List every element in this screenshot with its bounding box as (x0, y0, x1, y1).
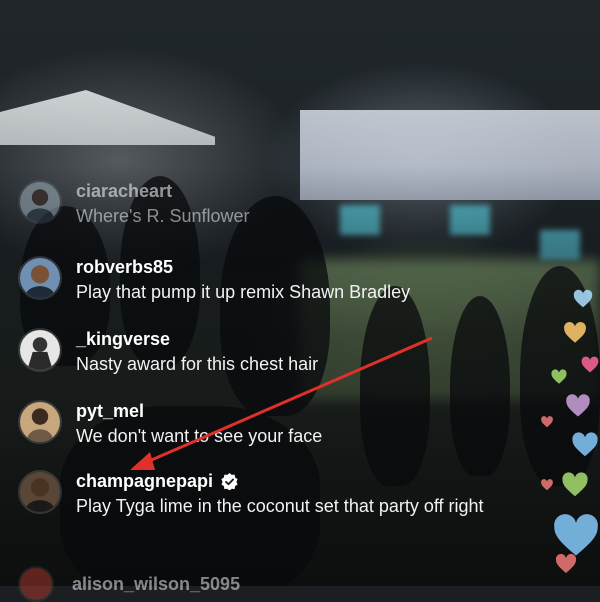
avatar[interactable] (18, 180, 62, 224)
heart-icon (572, 288, 594, 310)
heart-icon (554, 552, 578, 576)
comment-username[interactable]: pyt_mel (76, 400, 322, 422)
avatar-icon (20, 330, 60, 370)
comment-username[interactable]: _kingverse (76, 328, 318, 350)
comment-username[interactable]: robverbs85 (76, 256, 410, 278)
comment-text: Nasty award for this chest hair (76, 354, 319, 374)
comment-item[interactable]: robverbs85 Play that pump it up remix Sh… (18, 256, 410, 304)
avatar[interactable] (18, 256, 62, 300)
heart-icon (550, 368, 568, 386)
avatar-icon (20, 472, 60, 512)
avatar[interactable] (18, 328, 62, 372)
comment-item[interactable]: alison_wilson_5095 (18, 566, 240, 602)
avatar[interactable] (18, 470, 62, 514)
heart-icon (540, 415, 554, 429)
heart-icon (564, 392, 592, 420)
comment-text: We don't want to see your face (76, 426, 323, 446)
heart-icon (560, 470, 590, 500)
floating-hearts (510, 280, 600, 586)
avatar-icon (20, 568, 52, 600)
heart-icon (562, 320, 588, 346)
comment-text: Play that pump it up remix Shawn Bradley (76, 282, 411, 302)
avatar-icon (20, 258, 60, 298)
avatar-icon (20, 182, 60, 222)
comment-text: Play Tyga lime in the coconut set that p… (76, 496, 484, 516)
tent-canopy (0, 90, 215, 145)
comment-item[interactable]: ciaracheart Where's R. Sunflower (18, 180, 250, 228)
heart-icon (540, 478, 554, 492)
comment-item[interactable]: _kingverse Nasty award for this chest ha… (18, 328, 318, 376)
comment-username-text[interactable]: champagnepapi (76, 470, 213, 492)
heart-icon (570, 430, 600, 460)
avatar[interactable] (18, 566, 54, 602)
verified-badge-icon (221, 472, 238, 490)
comment-username[interactable]: champagnepapi (76, 470, 516, 492)
comment-username[interactable]: ciaracheart (76, 180, 250, 202)
comment-username[interactable]: alison_wilson_5095 (72, 573, 240, 595)
avatar[interactable] (18, 400, 62, 444)
heart-icon (580, 355, 600, 375)
avatar-icon (20, 402, 60, 442)
comment-text: Where's R. Sunflower (76, 206, 250, 226)
comment-item[interactable]: pyt_mel We don't want to see your face (18, 400, 322, 448)
comment-item[interactable]: champagnepapi Play Tyga lime in the coco… (18, 470, 516, 518)
